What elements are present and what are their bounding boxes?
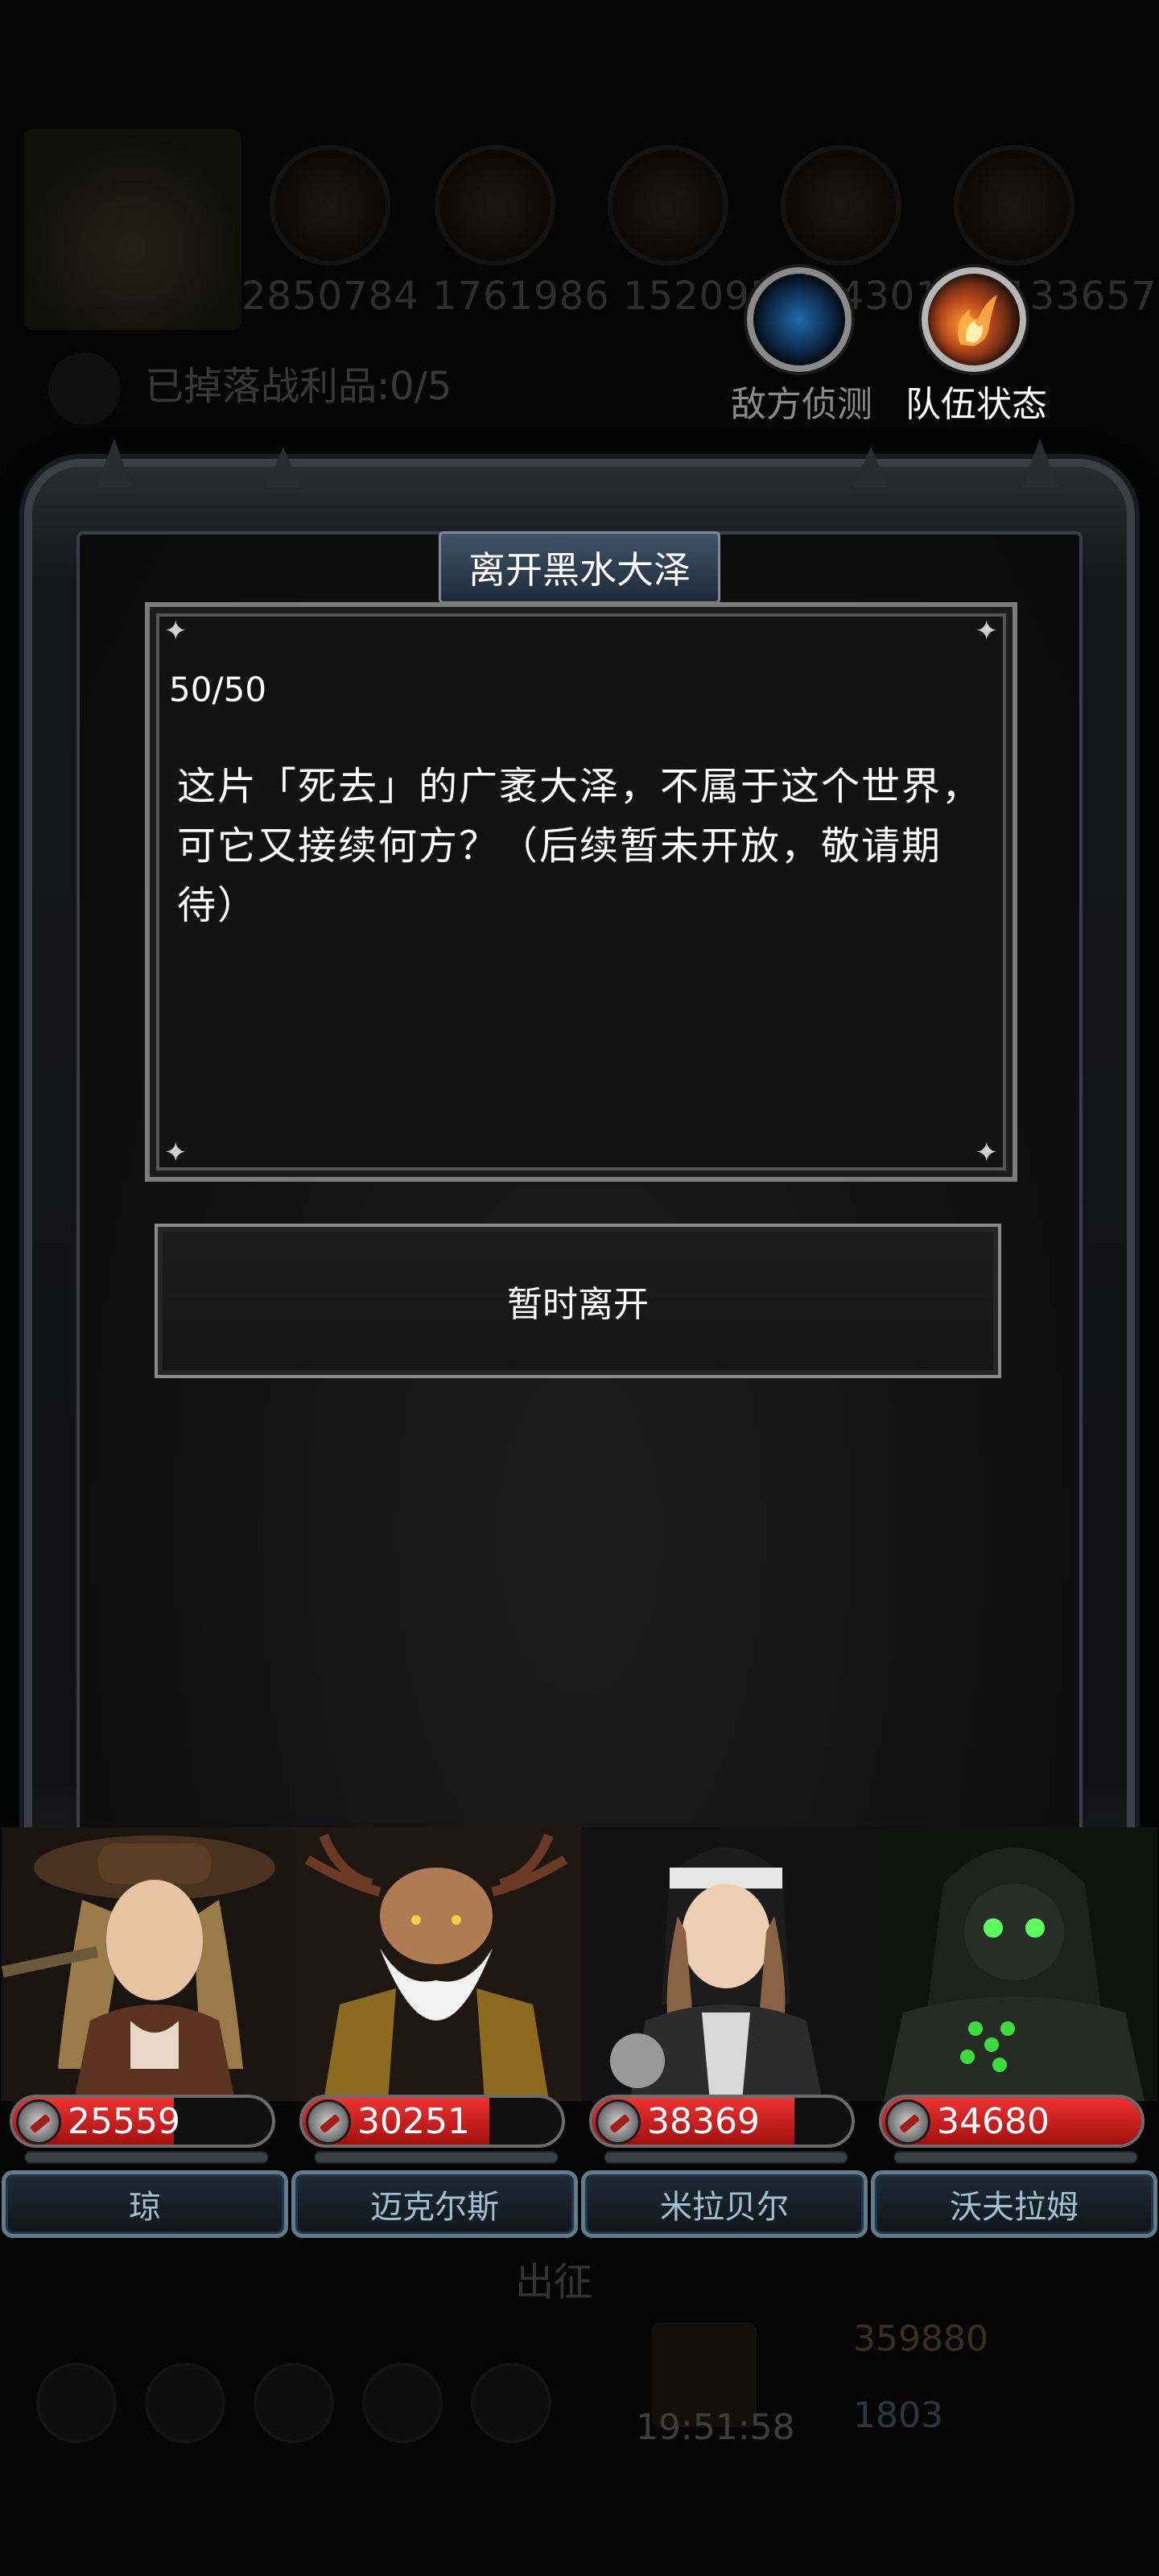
hp-bar: 25559 <box>10 2095 275 2148</box>
skill-icon <box>270 145 390 266</box>
radar-icon <box>747 267 852 372</box>
character-portrait <box>871 1827 1159 2101</box>
character-portrait <box>2 1827 291 2101</box>
character-portrait <box>581 1827 871 2101</box>
mana-bar <box>604 2151 848 2164</box>
enemy-scout-button[interactable]: 敌方侦测 <box>731 267 872 427</box>
hp-value: 38369 <box>647 2101 760 2142</box>
team-status-button[interactable]: 队伍状态 <box>905 267 1047 427</box>
character-name[interactable]: 米拉贝尔 <box>581 2170 868 2238</box>
character-name[interactable]: 琼 <box>2 2170 288 2238</box>
mana-bar <box>24 2151 269 2164</box>
dialog-message: 这片「死去」的广袤大泽，不属于这个世界，可它又接续何方？（后续暂未开放，敬请期待… <box>177 764 983 928</box>
menu-icon <box>471 2363 551 2443</box>
mana-bar <box>314 2151 559 2164</box>
gem-amount: 1803 <box>853 2395 943 2436</box>
menu-icon <box>145 2363 225 2443</box>
map-thumbnail <box>24 129 241 330</box>
depart-label: 出征 <box>515 2260 593 2305</box>
character-portrait <box>291 1827 581 2101</box>
hp-bar: 30251 <box>299 2095 565 2148</box>
frame-ornament <box>266 447 301 487</box>
frame-ornament <box>853 447 889 487</box>
corner-star-icon: ✦ <box>164 1137 188 1169</box>
menu-icon <box>362 2363 443 2443</box>
hp-value: 25559 <box>68 2101 180 2142</box>
skill-icon <box>608 145 728 266</box>
loot-icon <box>48 353 121 425</box>
mana-bar <box>893 2151 1138 2164</box>
leave-temporarily-button[interactable]: 暂时离开 <box>155 1224 1001 1378</box>
skill-icon <box>954 145 1074 266</box>
hp-value: 34680 <box>937 2101 1050 2142</box>
menu-icon <box>36 2363 117 2443</box>
sword-icon <box>596 2099 641 2145</box>
gold-amount: 359880 <box>853 2318 988 2359</box>
frame-ornament <box>97 439 132 487</box>
progress-counter: 50/50 <box>169 670 267 709</box>
party-member-card[interactable]: 34680 沃夫拉姆 <box>871 1827 1159 2246</box>
corner-star-icon: ✦ <box>164 615 188 647</box>
flame-icon <box>922 267 1026 372</box>
menu-icon <box>254 2363 334 2443</box>
enemy-scout-label: 敌方侦测 <box>731 384 872 425</box>
leave-button-label: 暂时离开 <box>507 1284 649 1325</box>
sword-icon <box>16 2099 61 2145</box>
corner-star-icon: ✦ <box>975 615 999 647</box>
corner-star-icon: ✦ <box>975 1137 999 1169</box>
sword-icon <box>885 2099 930 2145</box>
skill-icon <box>435 145 555 266</box>
character-name[interactable]: 沃夫拉姆 <box>871 2170 1157 2238</box>
loot-status: 已掉落战利品:0/5 <box>145 364 452 409</box>
party-member-card[interactable]: 38369 米拉贝尔 <box>581 1827 871 2246</box>
hp-bar: 34680 <box>879 2095 1145 2148</box>
skill-icon <box>781 145 901 266</box>
hp-value: 30251 <box>357 2101 470 2142</box>
character-name[interactable]: 迈克尔斯 <box>291 2170 578 2238</box>
party-member-card[interactable]: 25559 琼 <box>2 1827 291 2246</box>
party-member-card[interactable]: 30251 迈克尔斯 <box>291 1827 581 2246</box>
hp-bar: 38369 <box>589 2095 855 2148</box>
dialog-title: 离开黑水大泽 <box>468 548 691 592</box>
frame-ornament <box>1022 439 1058 487</box>
team-status-label: 队伍状态 <box>905 384 1047 425</box>
timer: 19:51:58 <box>636 2407 795 2448</box>
sword-icon <box>306 2099 351 2145</box>
